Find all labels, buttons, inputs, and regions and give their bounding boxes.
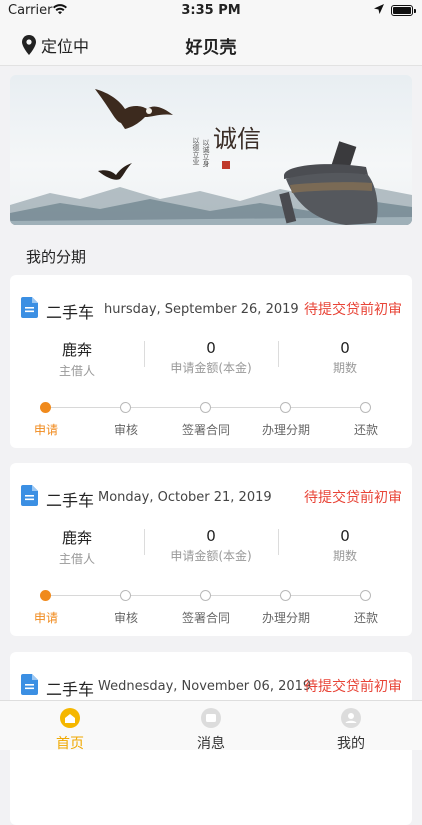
card-category: 二手车	[46, 303, 95, 322]
card-status: 待提交贷前初审	[304, 302, 402, 318]
stat-value: 0	[206, 527, 216, 545]
profile-icon	[341, 708, 361, 728]
stat-label: 申请金额(本金)	[170, 549, 252, 563]
step-dot-review	[120, 402, 131, 413]
stat-value: 0	[206, 339, 216, 357]
card-status: 待提交贷前初审	[304, 490, 402, 506]
stat-periods: 0 期数	[278, 527, 412, 564]
stat-value: 0	[340, 527, 350, 545]
message-icon	[201, 708, 221, 728]
step-dot-process	[280, 590, 291, 601]
step-label-repay: 还款	[353, 611, 378, 625]
step-dot-sign	[200, 402, 211, 413]
step-label-sign: 签署合同	[181, 611, 230, 625]
card-stats: 鹿奔 主借人 0 申请金额(本金) 0 期数	[10, 527, 412, 567]
battery-icon	[391, 5, 416, 16]
bronze-vessel-illustration	[279, 141, 378, 225]
svg-text:以诚立身: 以诚立身	[202, 139, 210, 168]
step-dot-sign	[200, 590, 211, 601]
step-label-apply: 申请	[33, 423, 58, 437]
document-icon	[21, 297, 38, 322]
tab-bar: 首页 消息 我的	[0, 700, 422, 752]
stat-borrower: 鹿奔 主借人	[10, 339, 144, 379]
banner-calligraphy: 诚信	[213, 125, 261, 153]
step-dot-apply	[40, 402, 51, 413]
step-label-review: 审核	[113, 423, 138, 437]
step-label-review: 审核	[113, 611, 138, 625]
svg-text:以德立业: 以德立业	[192, 137, 200, 165]
card-date: Monday, October 21, 2019	[98, 490, 272, 505]
tab-label: 首页	[56, 736, 84, 752]
stat-label: 期数	[332, 549, 357, 563]
stat-periods: 0 期数	[278, 339, 412, 376]
step-dot-process	[280, 402, 291, 413]
card-stats: 鹿奔 主借人 0 申请金额(本金) 0 期数	[10, 339, 412, 379]
card-date: Wednesday, November 06, 2019	[98, 679, 312, 694]
stat-value: 0	[340, 339, 350, 357]
stat-amount: 0 申请金额(本金)	[144, 527, 278, 564]
step-dot-repay	[360, 590, 371, 601]
step-label-apply: 申请	[33, 611, 58, 625]
step-label-sign: 签署合同	[181, 423, 230, 437]
page-title: 好贝壳	[185, 38, 237, 58]
stat-label: 期数	[332, 361, 357, 375]
small-eagle-icon	[98, 163, 132, 180]
status-bar: Carrier 3:35 PM	[0, 0, 422, 22]
stat-amount: 0 申请金额(本金)	[144, 339, 278, 376]
seal-stamp	[222, 161, 230, 169]
banner-illustration: 诚信 以德立业 以诚立身	[10, 89, 412, 225]
card-category: 二手车	[46, 491, 95, 510]
stat-label: 申请金额(本金)	[170, 361, 252, 375]
banner-image[interactable]: 诚信 以德立业 以诚立身	[10, 75, 412, 225]
home-icon	[60, 708, 80, 728]
stat-borrower: 鹿奔 主借人	[10, 527, 144, 567]
stat-value: 鹿奔	[61, 529, 92, 547]
step-dot-review	[120, 590, 131, 601]
step-dot-repay	[360, 402, 371, 413]
card-status: 待提交贷前初审	[304, 679, 402, 695]
document-icon	[21, 674, 38, 699]
installment-card[interactable]: 二手车 Monday, October 21, 2019 待提交贷前初审 鹿奔 …	[10, 463, 412, 636]
tab-label: 我的	[337, 736, 365, 752]
step-label-repay: 还款	[353, 423, 378, 437]
step-dot-apply	[40, 590, 51, 601]
card-category: 二手车	[46, 680, 95, 699]
tab-profile[interactable]: 我的	[281, 701, 421, 752]
tab-home[interactable]: 首页	[0, 701, 140, 752]
stat-value: 鹿奔	[61, 341, 92, 359]
installment-card[interactable]: 二手车 hursday, September 26, 2019 待提交贷前初审 …	[10, 275, 412, 448]
step-label-process: 办理分期	[261, 611, 310, 625]
tab-messages[interactable]: 消息	[141, 701, 281, 752]
card-date: hursday, September 26, 2019	[104, 302, 299, 317]
step-label-process: 办理分期	[261, 423, 310, 437]
document-icon	[21, 485, 38, 510]
stat-label: 主借人	[58, 552, 95, 566]
status-time: 3:35 PM	[181, 3, 241, 18]
stat-label: 主借人	[58, 364, 95, 378]
section-title: 我的分期	[26, 248, 87, 266]
tab-label: 消息	[197, 736, 225, 752]
location-arrow-icon	[373, 3, 385, 19]
nav-bar: 定位中 好贝壳	[0, 22, 422, 66]
eagle-icon	[95, 89, 173, 129]
